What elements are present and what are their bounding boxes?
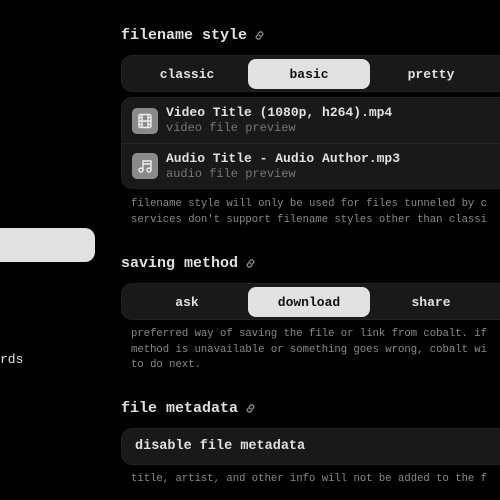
file-metadata-description: title, artist, and other info will not b… (131, 473, 488, 485)
option-classic[interactable]: classic (126, 59, 248, 89)
section-title: saving method (121, 255, 239, 272)
preview-title: Video Title (1080p, h264).mp4 (166, 105, 393, 120)
link-icon[interactable] (253, 29, 266, 42)
saving-method-heading: saving method (121, 255, 257, 272)
audio-preview-row: Audio Title - Audio Author.mp3 audio file… (122, 143, 500, 188)
option-pretty[interactable]: pretty (370, 59, 492, 89)
preview-subtitle: video file preview (166, 121, 296, 135)
video-preview-row: Video Title (1080p, h264).mp4 video file … (122, 98, 500, 143)
option-ask[interactable]: ask (126, 287, 248, 317)
link-icon[interactable] (244, 257, 257, 270)
disable-metadata-toggle[interactable]: disable file metadata (121, 428, 500, 465)
preview-title: Audio Title - Audio Author.mp3 (166, 150, 401, 166)
filename-style-description: filename style will only be used for fil… (131, 198, 488, 226)
film-icon (132, 107, 158, 134)
preview-subtitle: audio file preview (166, 166, 296, 181)
section-title: file metadata (121, 400, 239, 417)
saving-method-description: preferred way of saving the file or link… (131, 328, 488, 371)
option-share[interactable]: share (370, 287, 492, 317)
sidebar-item[interactable]: rds (0, 352, 23, 367)
toggle-label: disable file metadata (135, 439, 306, 454)
filename-preview: Video Title (1080p, h264).mp4 video file … (121, 97, 500, 189)
option-basic[interactable]: basic (248, 59, 370, 89)
saving-method-switcher: ask download share (121, 283, 500, 320)
option-download[interactable]: download (248, 287, 370, 317)
link-icon[interactable] (244, 402, 257, 415)
filename-style-switcher: classic basic pretty (121, 55, 500, 92)
sidebar-item-selected[interactable] (0, 228, 95, 262)
music-note-icon (132, 153, 158, 179)
filename-style-heading: filename style (121, 27, 266, 44)
section-title: filename style (121, 27, 248, 44)
file-metadata-heading: file metadata (121, 400, 257, 417)
